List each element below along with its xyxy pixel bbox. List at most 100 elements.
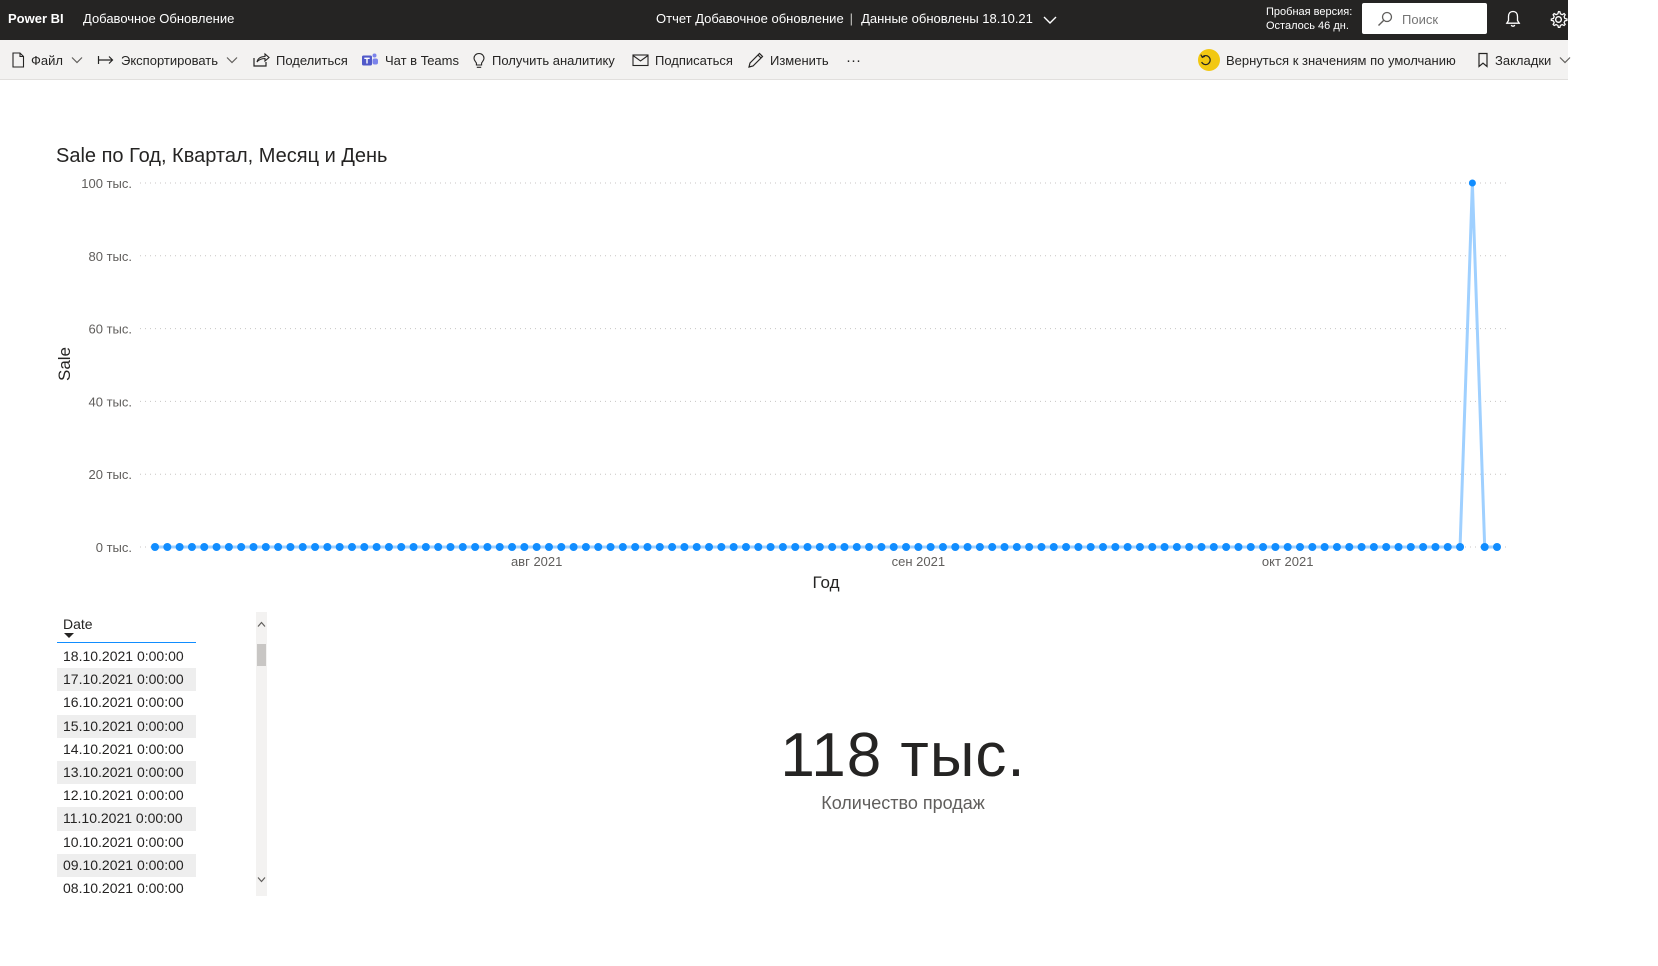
data-point[interactable] bbox=[692, 543, 701, 551]
data-point[interactable] bbox=[200, 543, 209, 551]
data-point[interactable] bbox=[631, 543, 640, 551]
more-options-button[interactable]: ··· bbox=[846, 40, 861, 80]
data-point[interactable] bbox=[1234, 543, 1243, 551]
export-menu-button[interactable]: Экспортировать bbox=[97, 40, 238, 80]
data-point[interactable] bbox=[1209, 543, 1218, 551]
data-point[interactable] bbox=[311, 543, 320, 551]
data-point[interactable] bbox=[1357, 543, 1366, 551]
data-point[interactable] bbox=[1086, 543, 1095, 551]
data-point[interactable] bbox=[212, 543, 221, 551]
edit-button[interactable]: Изменить bbox=[747, 40, 829, 80]
data-point[interactable] bbox=[828, 543, 837, 551]
sort-descending-icon[interactable] bbox=[64, 633, 74, 638]
file-menu-button[interactable]: Файл bbox=[11, 40, 83, 80]
data-point[interactable] bbox=[471, 543, 480, 551]
data-point[interactable] bbox=[237, 543, 246, 551]
data-point[interactable] bbox=[508, 543, 517, 551]
scroll-thumb[interactable] bbox=[257, 644, 266, 666]
teams-chat-button[interactable]: Чат в Teams bbox=[361, 40, 459, 80]
data-point[interactable] bbox=[815, 543, 824, 551]
data-point[interactable] bbox=[803, 543, 812, 551]
slicer-row[interactable]: 14.10.2021 0:00:00 bbox=[57, 738, 196, 761]
data-point[interactable] bbox=[1283, 543, 1292, 551]
data-point[interactable] bbox=[1172, 543, 1181, 551]
data-point[interactable] bbox=[421, 543, 430, 551]
data-point[interactable] bbox=[409, 543, 418, 551]
bell-icon[interactable] bbox=[1505, 10, 1521, 28]
app-brand[interactable]: Power BI bbox=[8, 11, 64, 26]
slicer-scrollbar[interactable] bbox=[256, 612, 267, 896]
data-point[interactable] bbox=[1185, 543, 1194, 551]
search-input[interactable] bbox=[1402, 9, 1482, 29]
data-point[interactable] bbox=[569, 543, 578, 551]
data-point[interactable] bbox=[840, 543, 849, 551]
data-point[interactable] bbox=[1123, 543, 1132, 551]
data-point[interactable] bbox=[557, 543, 566, 551]
data-point[interactable] bbox=[581, 543, 590, 551]
data-point[interactable] bbox=[1025, 543, 1034, 551]
data-point[interactable] bbox=[951, 543, 960, 551]
slicer-row[interactable]: 18.10.2021 0:00:00 bbox=[57, 645, 196, 668]
slicer-row[interactable]: 08.10.2021 0:00:00 bbox=[57, 877, 196, 900]
data-point[interactable] bbox=[963, 543, 972, 551]
data-point[interactable] bbox=[249, 543, 258, 551]
data-point[interactable] bbox=[1222, 543, 1231, 551]
scroll-down-icon[interactable] bbox=[257, 876, 266, 883]
data-point[interactable] bbox=[446, 543, 455, 551]
data-point[interactable] bbox=[1332, 543, 1341, 551]
slicer-row[interactable]: 12.10.2021 0:00:00 bbox=[57, 784, 196, 807]
data-point[interactable] bbox=[668, 543, 677, 551]
data-point[interactable] bbox=[458, 543, 467, 551]
data-point[interactable] bbox=[902, 543, 911, 551]
data-point[interactable] bbox=[618, 543, 627, 551]
data-point[interactable] bbox=[988, 543, 997, 551]
data-point[interactable] bbox=[520, 543, 529, 551]
data-point[interactable] bbox=[1480, 543, 1489, 551]
data-point[interactable] bbox=[483, 543, 492, 551]
data-point[interactable] bbox=[1382, 543, 1391, 551]
data-point[interactable] bbox=[766, 543, 775, 551]
chevron-down-icon[interactable] bbox=[1043, 15, 1057, 25]
data-point[interactable] bbox=[347, 543, 356, 551]
data-point[interactable] bbox=[187, 543, 196, 551]
data-point[interactable] bbox=[151, 543, 159, 551]
data-point[interactable] bbox=[1148, 543, 1157, 551]
slicer-row[interactable]: 11.10.2021 0:00:00 bbox=[57, 807, 196, 831]
data-point[interactable] bbox=[1493, 543, 1501, 551]
data-point[interactable] bbox=[643, 543, 652, 551]
slicer-header[interactable]: Date bbox=[57, 612, 196, 643]
data-point[interactable] bbox=[434, 543, 443, 551]
data-point[interactable] bbox=[1012, 543, 1021, 551]
data-point[interactable] bbox=[1443, 543, 1452, 551]
data-point[interactable] bbox=[532, 543, 541, 551]
data-point[interactable] bbox=[606, 543, 615, 551]
get-insights-button[interactable]: Получить аналитику bbox=[472, 40, 615, 80]
data-point[interactable] bbox=[1074, 543, 1083, 551]
gear-icon[interactable] bbox=[1549, 10, 1568, 29]
data-point[interactable] bbox=[1246, 543, 1255, 551]
data-point[interactable] bbox=[372, 543, 381, 551]
data-point[interactable] bbox=[1394, 543, 1403, 551]
data-point[interactable] bbox=[1296, 543, 1305, 551]
slicer-row[interactable]: 13.10.2021 0:00:00 bbox=[57, 760, 196, 785]
data-point[interactable] bbox=[655, 543, 664, 551]
peak-data-point[interactable] bbox=[1468, 179, 1476, 187]
data-point[interactable] bbox=[729, 543, 738, 551]
data-point[interactable] bbox=[544, 543, 553, 551]
subscribe-button[interactable]: Подписаться bbox=[632, 40, 733, 80]
data-point[interactable] bbox=[1345, 543, 1354, 551]
report-header[interactable]: Отчет Добавочное обновление | Данные обнов… bbox=[656, 11, 1057, 26]
slicer-row[interactable]: 16.10.2021 0:00:00 bbox=[57, 691, 196, 714]
data-point[interactable] bbox=[286, 543, 295, 551]
data-point[interactable] bbox=[975, 543, 984, 551]
data-point[interactable] bbox=[1197, 543, 1206, 551]
data-point[interactable] bbox=[384, 543, 393, 551]
slicer-row[interactable]: 17.10.2021 0:00:00 bbox=[57, 668, 196, 692]
workspace-name[interactable]: Добавочное Обновление bbox=[83, 11, 234, 26]
data-point[interactable] bbox=[1271, 543, 1280, 551]
data-point[interactable] bbox=[1037, 543, 1046, 551]
data-point[interactable] bbox=[594, 543, 603, 551]
data-point[interactable] bbox=[261, 543, 270, 551]
data-point[interactable] bbox=[360, 543, 369, 551]
data-point[interactable] bbox=[1419, 543, 1428, 551]
